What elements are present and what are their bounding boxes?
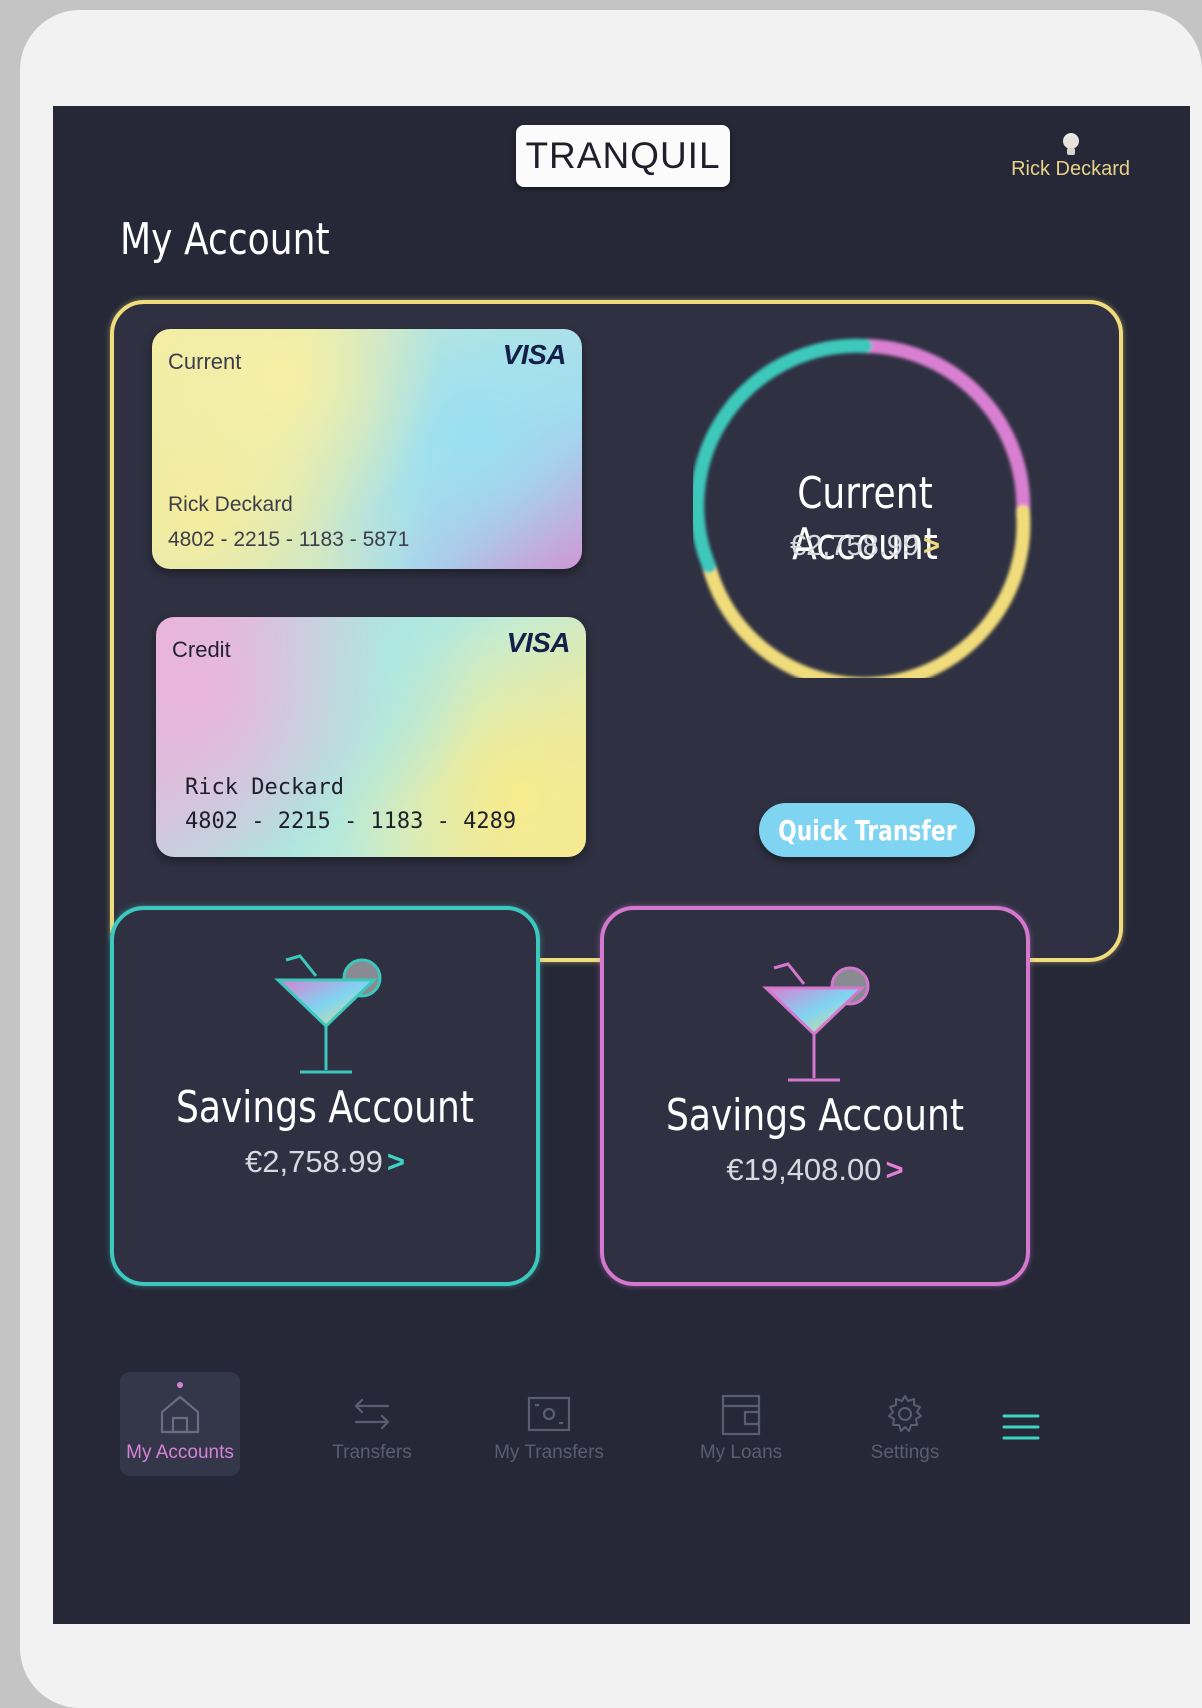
savings-account-amount: €2,758.99 [244, 1144, 383, 1179]
gear-icon [888, 1395, 922, 1432]
savings-account-card[interactable]: Savings Account €19,408.00 > [600, 906, 1030, 1286]
nav-label: My Loans [699, 1442, 783, 1463]
app-logo: TRANQUIL [516, 125, 730, 187]
home-icon [160, 1395, 200, 1434]
card-holder-name: Rick Deckard [185, 775, 344, 800]
cocktail-icon [762, 962, 870, 1082]
chevron-right-icon: > [923, 530, 940, 562]
banknote-icon [527, 1396, 571, 1432]
user-profile[interactable]: Rick Deckard [1011, 130, 1130, 181]
current-card[interactable]: Current VISA Rick Deckard 4802 - 2215 - … [152, 329, 582, 569]
card-type-label: Credit [172, 637, 231, 662]
nav-transfers[interactable]: Transfers [312, 1372, 432, 1476]
bottom-navigation: My Accounts Transfers My Transfers My Lo… [53, 1368, 1190, 1488]
card-number: 4802 - 2215 - 1183 - 4289 [185, 809, 517, 834]
card-number: 4802 - 2215 - 1183 - 5871 [168, 528, 410, 551]
app-screen: TRANQUIL Rick Deckard My Account Current… [53, 106, 1190, 1624]
visa-logo: VISA [502, 339, 567, 370]
savings-account-title: Savings Account [175, 1082, 475, 1133]
nav-label: Settings [870, 1442, 940, 1463]
user-name: Rick Deckard [1011, 158, 1130, 180]
credit-card[interactable]: Credit VISA Rick Deckard 4802 - 2215 - 1… [156, 617, 586, 857]
savings-account-title: Savings Account [665, 1090, 965, 1141]
nav-label: My Accounts [126, 1442, 234, 1463]
chevron-right-icon: > [386, 1144, 406, 1179]
transfer-arrows-icon [354, 1398, 390, 1430]
nav-my-loans[interactable]: My Loans [681, 1372, 801, 1476]
savings-account-card[interactable]: Savings Account €2,758.99 > [110, 906, 540, 1286]
visa-logo: VISA [506, 627, 571, 658]
page-title: My Account [120, 214, 330, 265]
nav-label: Transfers [332, 1442, 412, 1463]
active-indicator-dot [177, 1382, 183, 1388]
wallet-icon [721, 1394, 761, 1436]
nav-my-transfers[interactable]: My Transfers [489, 1372, 609, 1476]
cocktail-icon [274, 954, 382, 1074]
nav-label: My Transfers [494, 1442, 604, 1463]
nav-settings[interactable]: Settings [845, 1372, 965, 1476]
savings-amount-row: €19,408.00 > [604, 1152, 1026, 1188]
current-account-amount: €2,758.99 [790, 530, 920, 562]
card-holder-name: Rick Deckard [168, 493, 293, 516]
chevron-right-icon: > [885, 1152, 904, 1187]
hamburger-menu-icon[interactable] [1002, 1412, 1040, 1442]
current-account-amount-row[interactable]: €2,758.99 > [693, 530, 1037, 563]
savings-account-amount: €19,408.00 [726, 1152, 882, 1187]
card-type-label: Current [168, 349, 242, 374]
nav-my-accounts[interactable]: My Accounts [120, 1372, 240, 1476]
savings-amount-row: €2,758.99 > [114, 1144, 536, 1180]
avatar-icon [1062, 133, 1079, 155]
quick-transfer-label: Quick Transfer [777, 813, 957, 847]
logo-text: TRANQUIL [525, 135, 721, 176]
quick-transfer-button[interactable]: Quick Transfer [759, 803, 975, 857]
